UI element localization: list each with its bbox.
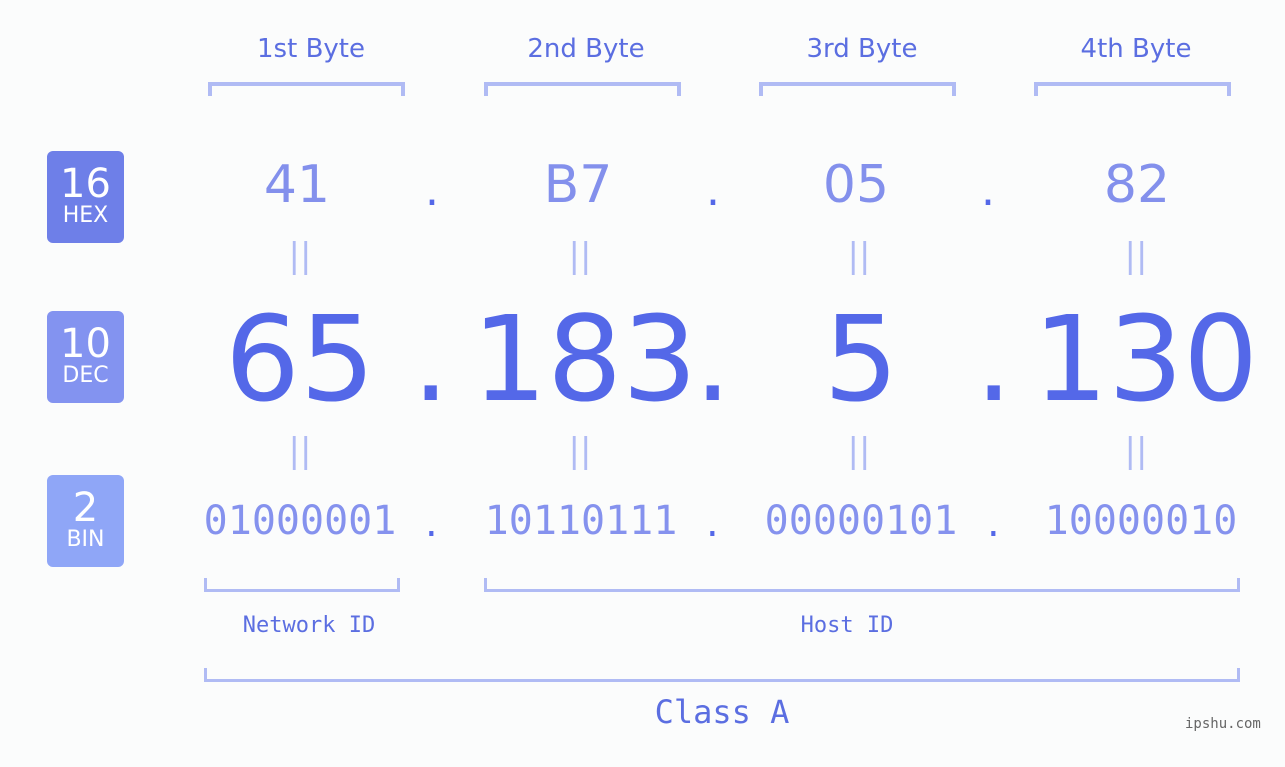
network-id-bracket [204,578,400,592]
hex-byte-1: 41 [263,155,331,215]
hex-base-number: 16 [60,161,111,207]
hex-base-label: HEX [62,203,109,228]
equals-dec-bin-4: || [1124,431,1148,471]
dec-byte-2: 183 [472,290,698,428]
bin-dot-2: . [706,500,719,546]
bin-byte-3: 00000101 [764,498,958,544]
equals-hex-dec-4: || [1124,236,1148,276]
hex-dot-2: . [706,165,720,216]
byte-4-header: 4th Byte [1080,34,1192,64]
hex-dot-3: . [981,165,995,216]
dec-dot-3: . [975,290,1013,428]
bin-dot-1: . [425,500,438,546]
bin-base-label: BIN [66,527,105,552]
equals-dec-bin-1: || [288,431,312,471]
byte-1-header: 1st Byte [257,34,365,64]
hex-dot-1: . [425,165,439,216]
bin-byte-4: 10000010 [1044,498,1238,544]
dec-badge: 10 DEC [47,311,124,403]
dec-base-number: 10 [60,321,111,367]
byte-3-bracket [759,82,956,96]
byte-3-header: 3rd Byte [806,34,918,64]
bin-byte-1: 01000001 [203,498,397,544]
class-bracket [204,668,1240,682]
class-label: Class A [654,693,790,731]
dec-byte-4: 130 [1033,290,1259,428]
host-id-label: Host ID [800,613,894,638]
equals-hex-dec-2: || [568,236,592,276]
hex-badge: 16 HEX [47,151,124,243]
bin-badge: 2 BIN [47,475,124,567]
byte-2-bracket [484,82,681,96]
bin-byte-2: 10110111 [484,498,678,544]
dec-byte-3: 5 [823,290,899,428]
byte-4-bracket [1034,82,1231,96]
bin-base-number: 2 [72,485,99,531]
hex-byte-4: 82 [1103,155,1171,215]
equals-dec-bin-2: || [568,431,592,471]
dec-base-label: DEC [62,363,109,388]
host-id-bracket [484,578,1240,592]
byte-2-header: 2nd Byte [527,34,645,64]
equals-dec-bin-3: || [847,431,871,471]
equals-hex-dec-1: || [288,236,312,276]
bin-dot-3: . [987,500,1000,546]
dec-dot-2: . [694,290,732,428]
hex-byte-2: B7 [543,155,613,215]
dec-dot-1: . [412,290,450,428]
watermark: ipshu.com [1185,716,1261,732]
network-id-label: Network ID [242,613,376,638]
equals-hex-dec-3: || [847,236,871,276]
dec-byte-1: 65 [224,290,376,428]
hex-byte-3: 05 [822,155,890,215]
byte-1-bracket [208,82,405,96]
